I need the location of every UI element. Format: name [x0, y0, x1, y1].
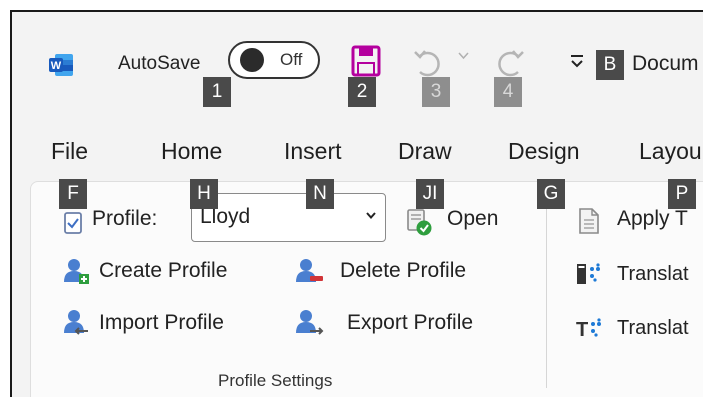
keytip-draw: JI: [416, 179, 444, 209]
import-profile-button[interactable]: Import Profile: [99, 311, 224, 335]
redo-icon[interactable]: [496, 46, 526, 78]
document-title[interactable]: Docum: [632, 52, 699, 76]
open-profile-icon: [407, 209, 432, 236]
toggle-knob: [240, 48, 264, 72]
apply-template-button[interactable]: Apply T: [617, 207, 688, 231]
keytip-save: 2: [348, 77, 376, 107]
translate-text-icon: T: [576, 318, 601, 341]
word-app-icon[interactable]: W: [48, 52, 74, 78]
tab-file[interactable]: File: [51, 138, 88, 165]
keytip-design: G: [537, 179, 565, 209]
apply-template-icon: [579, 208, 599, 234]
keytip-file: F: [59, 179, 87, 209]
undo-icon[interactable]: [412, 46, 442, 78]
customize-qat-icon[interactable]: [568, 52, 586, 70]
export-profile-icon: [296, 310, 324, 335]
profile-label: Profile:: [92, 207, 158, 230]
autosave-toggle[interactable]: Off: [228, 41, 320, 79]
keytip-undo: 3: [422, 77, 450, 107]
translate-document-button[interactable]: Translat: [617, 263, 689, 286]
tab-design[interactable]: Design: [508, 138, 580, 165]
keytip-insert: N: [306, 179, 334, 209]
autosave-label: AutoSave: [118, 53, 201, 74]
tab-layout[interactable]: Layou: [639, 138, 702, 165]
profile-checklist-icon: [64, 212, 82, 234]
keytip-home: H: [190, 179, 218, 209]
keytip-redo: 4: [494, 77, 522, 107]
group-label-profile-settings: Profile Settings: [218, 371, 333, 390]
create-profile-icon: [64, 259, 89, 284]
tab-draw[interactable]: Draw: [398, 138, 452, 165]
chevron-down-icon: [366, 212, 376, 220]
open-button[interactable]: Open: [447, 207, 498, 231]
translate-document-icon: [577, 263, 600, 284]
undo-dropdown-icon[interactable]: [458, 52, 469, 60]
svg-text:W: W: [51, 60, 62, 72]
export-profile-button[interactable]: Export Profile: [347, 311, 473, 335]
svg-text:T: T: [576, 319, 588, 341]
keytip-customize-qat: B: [596, 50, 624, 80]
delete-profile-button[interactable]: Delete Profile: [340, 259, 466, 283]
autosave-state: Off: [280, 50, 303, 69]
tab-insert[interactable]: Insert: [284, 138, 342, 165]
profile-select[interactable]: Lloyd: [191, 193, 386, 242]
import-profile-icon: [64, 310, 88, 335]
keytip-layout: P: [668, 179, 696, 209]
create-profile-button[interactable]: Create Profile: [99, 259, 227, 283]
delete-profile-icon: [296, 259, 323, 282]
translate-text-button[interactable]: Translat: [617, 317, 689, 340]
tab-home[interactable]: Home: [161, 138, 222, 165]
word-window: W AutoSave Off Docum File Home Insert Dr…: [10, 10, 703, 397]
save-icon[interactable]: [350, 44, 382, 78]
group-divider: [546, 198, 547, 388]
keytip-autosave: 1: [203, 77, 231, 107]
